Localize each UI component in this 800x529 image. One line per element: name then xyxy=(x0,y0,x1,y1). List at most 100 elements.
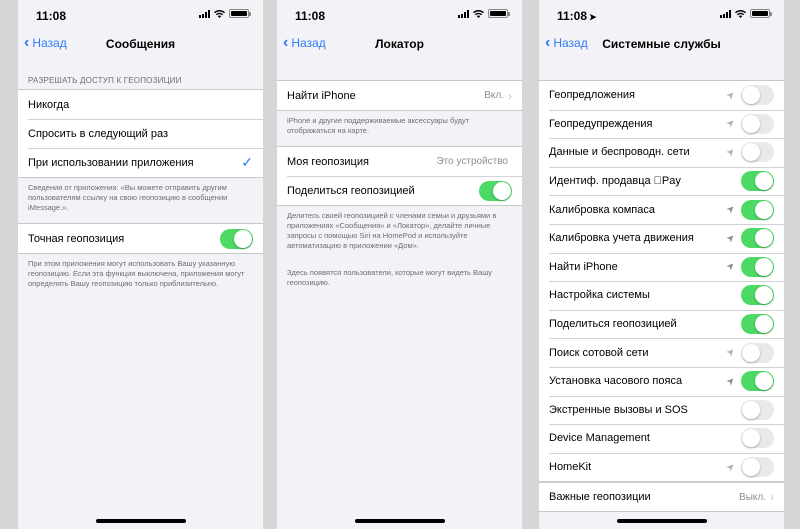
back-label: Назад xyxy=(32,36,67,50)
system-service-label: HomeKit xyxy=(549,461,592,474)
system-service-toggle[interactable] xyxy=(741,256,774,277)
people-note: Здесь появятся пользователи, которые мог… xyxy=(287,268,492,287)
system-service-toggle[interactable] xyxy=(741,199,774,220)
system-service-toggle[interactable] xyxy=(741,342,774,363)
my-location-row[interactable]: Моя геопозиция Это устройство xyxy=(277,147,522,176)
system-service-label: Геопредупреждения xyxy=(549,117,653,130)
precise-location-label: Точная геопозиция xyxy=(28,232,125,245)
system-service-toggle[interactable] xyxy=(741,171,774,192)
system-service-toggle[interactable] xyxy=(741,371,774,392)
system-service-toggle[interactable] xyxy=(741,314,774,335)
location-arrow-icon: ➤ xyxy=(589,12,597,22)
system-service-label: Геопредложения xyxy=(549,89,636,102)
navigation-bar: ‹ Назад Локатор xyxy=(277,30,522,58)
system-service-toggle[interactable] xyxy=(741,228,774,249)
back-button[interactable]: ‹ Назад xyxy=(545,34,588,51)
system-service-row: HomeKit ➤ xyxy=(539,452,784,482)
wifi-icon xyxy=(473,9,484,18)
system-service-toggle[interactable] xyxy=(741,85,774,106)
wifi-icon xyxy=(214,9,225,18)
back-button[interactable]: ‹ Назад xyxy=(283,34,326,51)
system-service-row: Настройка системы xyxy=(539,281,784,310)
chevron-right-icon: › xyxy=(770,490,774,505)
share-location-toggle[interactable] xyxy=(479,180,512,201)
system-service-label: Экстренные вызовы и SOS xyxy=(549,403,688,416)
system-service-row: Данные и беспроводн. сети ➤ xyxy=(539,138,784,167)
find-iphone-row[interactable]: Найти iPhone Вкл. › xyxy=(277,81,522,110)
system-services-list: Геопредложения ➤ Геопредупреждения ➤ Данные … xyxy=(539,80,784,483)
checkmark-icon: ✓ xyxy=(241,154,253,170)
home-indicator xyxy=(616,519,707,523)
system-service-label: Настройка системы xyxy=(549,289,650,302)
my-location-value: Это устройство xyxy=(436,156,508,167)
find-iphone-group: Найти iPhone Вкл. › xyxy=(277,80,522,111)
option-never[interactable]: Никогда xyxy=(18,90,263,119)
system-service-row: Найти iPhone ➤ xyxy=(539,252,784,282)
navigation-bar: ‹ Назад Сообщения xyxy=(18,30,263,58)
status-bar: 11:08 xyxy=(18,0,263,30)
important-locations-value: Выкл. xyxy=(739,491,766,503)
location-sharing-group: Моя геопозиция Это устройство Поделиться… xyxy=(277,146,522,206)
navigation-bar: ‹ Назад Системные службы xyxy=(539,30,784,58)
status-time: 11:08 xyxy=(36,9,67,23)
system-service-label: Device Management xyxy=(549,432,650,445)
find-iphone-note: iPhone и другие поддерживаемые аксессуар… xyxy=(287,116,470,135)
phone-findmy: 11:08 ‹ Назад Локатор Найти iPhone Вкл. … xyxy=(277,0,522,529)
option-ask-next-time[interactable]: Спросить в следующий раз xyxy=(18,119,263,148)
system-service-toggle[interactable] xyxy=(741,428,774,449)
system-service-row: Геопредупреждения ➤ xyxy=(539,109,784,139)
important-locations-group: Важные геопозиции Выкл. › xyxy=(539,482,784,513)
chevron-left-icon: ‹ xyxy=(283,34,289,51)
system-service-toggle[interactable] xyxy=(741,457,774,478)
back-label: Назад xyxy=(291,36,326,50)
chevron-right-icon: › xyxy=(508,88,512,103)
share-location-row: Поделиться геопозицией xyxy=(277,176,522,205)
phone-system-services: 11:08 ➤ ‹ Назад Системные службы Геопредл… xyxy=(539,0,784,529)
status-bar: 11:08 xyxy=(277,0,522,30)
system-service-row: Геопредложения ➤ xyxy=(539,81,784,110)
home-indicator xyxy=(354,519,445,523)
precise-location-group: Точная геопозиция xyxy=(18,223,263,254)
chevron-left-icon: ‹ xyxy=(545,34,551,51)
system-service-row: Установка часового пояса ➤ xyxy=(539,366,784,396)
home-indicator xyxy=(95,519,186,523)
share-location-note: Делитесь своей геопозицией с членами сем… xyxy=(287,211,497,250)
app-note: Сведения от приложения: «Вы можете отпра… xyxy=(28,183,228,212)
system-service-label: Калибровка компаса xyxy=(549,203,656,216)
system-service-label: Найти iPhone xyxy=(549,260,618,273)
system-service-label: Поиск сотовой сети xyxy=(549,346,649,359)
status-time: 11:08 ➤ xyxy=(557,9,597,23)
system-service-label: Идентиф. продавца Pay xyxy=(549,175,681,188)
page-title: Локатор xyxy=(375,37,424,51)
wifi-icon xyxy=(735,9,746,18)
page-title: Сообщения xyxy=(105,37,176,51)
precise-location-row: Точная геопозиция xyxy=(18,224,263,253)
location-access-options: Никогда Спросить в следующий раз При исп… xyxy=(18,89,263,178)
cellular-signal-icon xyxy=(720,9,731,18)
status-time: 11:08 xyxy=(295,9,326,23)
system-service-label: Калибровка учета движения xyxy=(549,232,694,245)
system-service-toggle[interactable] xyxy=(741,142,774,163)
option-while-using[interactable]: При использовании приложения ✓ xyxy=(18,148,263,177)
page-title: Системные службы xyxy=(602,37,721,51)
cellular-signal-icon xyxy=(458,9,469,18)
system-service-toggle[interactable] xyxy=(741,285,774,306)
system-service-row: Поделиться геопозицией xyxy=(539,309,784,339)
important-locations-row[interactable]: Важные геопозиции Выкл. › xyxy=(539,482,784,511)
back-label: Назад xyxy=(553,36,588,50)
precise-location-toggle[interactable] xyxy=(220,228,253,249)
find-iphone-value: Вкл. xyxy=(484,90,504,101)
system-service-toggle[interactable] xyxy=(741,113,774,134)
system-service-row: Поиск сотовой сети ➤ xyxy=(539,338,784,367)
system-service-row: Калибровка учета движения ➤ xyxy=(539,223,784,253)
chevron-left-icon: ‹ xyxy=(24,34,30,51)
system-service-toggle[interactable] xyxy=(741,399,774,420)
section-header: РАЗРЕШАТЬ ДОСТУП К ГЕОПОЗИЦИИ xyxy=(28,76,182,85)
precise-location-note: При этом приложения могут использовать В… xyxy=(28,259,245,288)
battery-icon xyxy=(488,9,510,18)
system-service-label: Установка часового пояса xyxy=(549,375,683,388)
system-service-row: Идентиф. продавца Pay xyxy=(539,166,784,196)
status-bar: 11:08 ➤ xyxy=(539,0,784,30)
phone-messages-location: 11:08 ‹ Назад Сообщения РАЗРЕШАТЬ ДОСТУП… xyxy=(18,0,263,529)
back-button[interactable]: ‹ Назад xyxy=(24,34,67,51)
